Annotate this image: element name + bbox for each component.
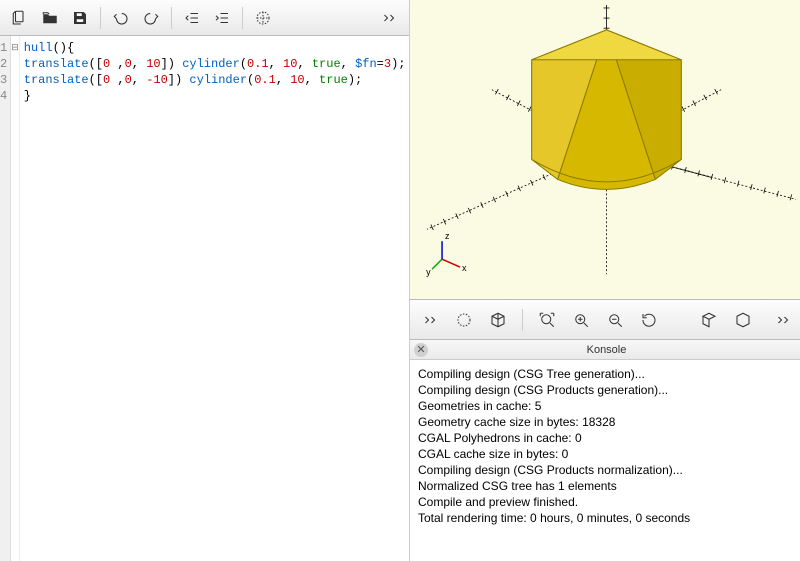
code-editor[interactable]: 1234 ⊟ hull(){translate([0 ,0, 10]) cyli…	[0, 36, 409, 561]
console-output[interactable]: Compiling design (CSG Tree generation)..…	[410, 360, 800, 561]
console-panel: ✕ Konsole Compiling design (CSG Tree gen…	[410, 340, 800, 561]
reset-view-button[interactable]	[635, 307, 663, 333]
view-overflow-left-button[interactable]	[416, 307, 444, 333]
preview-button[interactable]	[249, 5, 277, 31]
save-file-button[interactable]	[66, 5, 94, 31]
toolbar-overflow-button[interactable]	[375, 5, 403, 31]
zoom-out-button[interactable]	[601, 307, 629, 333]
toolbar-separator	[100, 7, 101, 29]
right-pane: x y z ✕ Konsole Compiling design (CSG Tr…	[410, 0, 800, 561]
render-button[interactable]	[450, 307, 478, 333]
zoom-fit-button[interactable]	[533, 307, 561, 333]
redo-button[interactable]	[137, 5, 165, 31]
console-close-button[interactable]: ✕	[414, 343, 428, 357]
unindent-button[interactable]	[178, 5, 206, 31]
toolbar-separator	[242, 7, 243, 29]
view-toolbar	[410, 300, 800, 340]
view-right-button[interactable]	[695, 307, 723, 333]
view-cube-button[interactable]	[484, 307, 512, 333]
toolbar-separator	[522, 309, 523, 331]
editor-pane: 1234 ⊟ hull(){translate([0 ,0, 10]) cyli…	[0, 0, 410, 561]
code-area[interactable]: hull(){translate([0 ,0, 10]) cylinder(0.…	[20, 36, 409, 561]
toolbar-separator	[171, 7, 172, 29]
fold-column[interactable]: ⊟	[11, 36, 20, 561]
new-file-button[interactable]	[6, 5, 34, 31]
view-front-button[interactable]	[729, 307, 757, 333]
axis-x-label: x	[462, 263, 467, 273]
open-file-button[interactable]	[36, 5, 64, 31]
line-number-gutter: 1234	[0, 36, 11, 561]
editor-toolbar	[0, 0, 409, 36]
axis-y-label: y	[426, 267, 431, 277]
console-title-text: Konsole	[587, 344, 627, 356]
zoom-in-button[interactable]	[567, 307, 595, 333]
undo-button[interactable]	[107, 5, 135, 31]
indent-button[interactable]	[208, 5, 236, 31]
3d-viewport[interactable]: x y z	[410, 0, 800, 300]
console-titlebar: ✕ Konsole	[410, 340, 800, 360]
axis-z-label: z	[445, 231, 450, 241]
view-overflow-right-button[interactable]	[769, 307, 797, 333]
